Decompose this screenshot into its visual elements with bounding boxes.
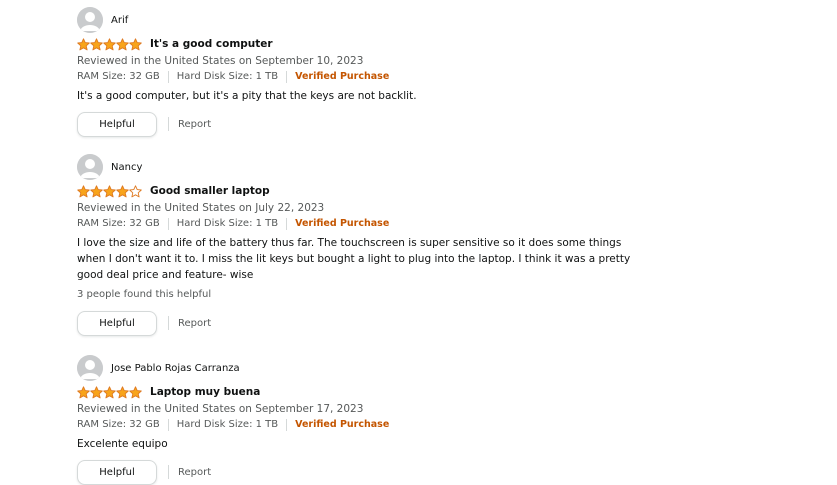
divider xyxy=(286,218,288,230)
report-link[interactable]: Report xyxy=(178,119,211,130)
star-full-icon xyxy=(103,385,116,398)
verified-purchase-badge: Verified Purchase xyxy=(295,218,390,229)
star-full-icon xyxy=(103,184,116,197)
star-full-icon xyxy=(116,37,129,50)
hard-disk-size: Hard Disk Size: 1 TB xyxy=(176,218,279,229)
report-link[interactable]: Report xyxy=(178,467,211,478)
divider xyxy=(167,419,169,431)
review-body: It's a good computer, but it's a pity th… xyxy=(77,90,417,102)
reviewer-name: Jose Pablo Rojas Carranza xyxy=(111,362,240,374)
review-body: I love the size and life of the battery … xyxy=(77,237,631,281)
review-format-strip: RAM Size: 32 GB Hard Disk Size: 1 TB Ver… xyxy=(77,69,637,85)
star-full-icon xyxy=(90,184,103,197)
verified-purchase-badge: Verified Purchase xyxy=(295,71,390,82)
star-rating[interactable] xyxy=(77,385,142,399)
hard-disk-size: Hard Disk Size: 1 TB xyxy=(176,419,279,430)
star-full-icon xyxy=(103,37,116,50)
reviewer-name: Arif xyxy=(111,14,129,26)
helpful-count: 3 people found this helpful xyxy=(77,289,212,300)
star-full-icon xyxy=(129,385,142,398)
divider xyxy=(286,419,288,431)
divider xyxy=(286,71,288,83)
avatar-icon xyxy=(77,154,103,180)
helpful-button[interactable]: Helpful xyxy=(77,310,157,336)
star-rating[interactable] xyxy=(77,37,142,51)
avatar-icon xyxy=(77,7,103,33)
review-format-strip: RAM Size: 32 GB Hard Disk Size: 1 TB Ver… xyxy=(77,417,637,433)
review-date: Reviewed in the United States on July 22… xyxy=(77,202,325,214)
star-rating[interactable] xyxy=(77,184,142,198)
reviewer-profile[interactable]: Nancy xyxy=(77,154,637,180)
review-title[interactable]: Good smaller laptop xyxy=(150,185,270,197)
report-link[interactable]: Report xyxy=(178,318,211,329)
review-format-strip: RAM Size: 32 GB Hard Disk Size: 1 TB Ver… xyxy=(77,216,637,232)
verified-purchase-badge: Verified Purchase xyxy=(295,419,390,430)
review-date: Reviewed in the United States on Septemb… xyxy=(77,55,364,67)
star-full-icon xyxy=(77,184,90,197)
review: Arif It's a good computer Reviewed in th… xyxy=(77,7,637,137)
ram-size: RAM Size: 32 GB xyxy=(77,71,160,82)
ram-size: RAM Size: 32 GB xyxy=(77,419,160,430)
divider xyxy=(167,218,169,230)
ram-size: RAM Size: 32 GB xyxy=(77,218,160,229)
reviewer-profile[interactable]: Jose Pablo Rojas Carranza xyxy=(77,355,637,381)
review-title[interactable]: It's a good computer xyxy=(150,38,273,50)
divider xyxy=(168,316,169,330)
review: Jose Pablo Rojas Carranza Laptop muy bue… xyxy=(77,355,637,485)
star-full-icon xyxy=(129,37,142,50)
star-full-icon xyxy=(116,385,129,398)
helpful-button[interactable]: Helpful xyxy=(77,111,157,137)
star-full-icon xyxy=(77,37,90,50)
review-date: Reviewed in the United States on Septemb… xyxy=(77,403,364,415)
helpful-button[interactable]: Helpful xyxy=(77,459,157,485)
star-full-icon xyxy=(90,37,103,50)
divider xyxy=(167,71,169,83)
hard-disk-size: Hard Disk Size: 1 TB xyxy=(176,71,279,82)
reviewer-profile[interactable]: Arif xyxy=(77,7,637,33)
star-full-icon xyxy=(90,385,103,398)
reviewer-name: Nancy xyxy=(111,161,143,173)
star-full-icon xyxy=(77,385,90,398)
star-empty-icon xyxy=(129,184,142,197)
review-title[interactable]: Laptop muy buena xyxy=(150,386,260,398)
divider xyxy=(168,117,169,131)
avatar-icon xyxy=(77,355,103,381)
star-full-icon xyxy=(116,184,129,197)
review-body: Excelente equipo xyxy=(77,438,168,450)
review: Nancy Good smaller laptop Reviewed in th… xyxy=(77,154,637,336)
divider xyxy=(168,465,169,479)
